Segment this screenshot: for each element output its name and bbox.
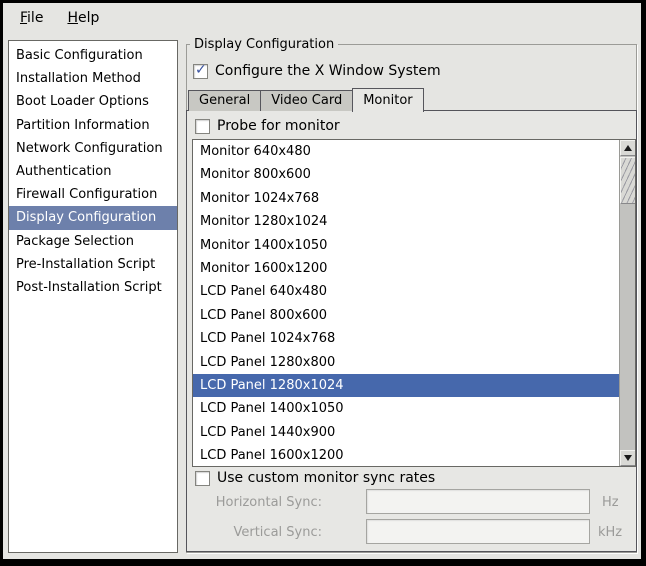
monitor-list: Monitor 640x480 Monitor 800x600 Monitor … [192, 139, 636, 467]
list-item-selected[interactable]: LCD Panel 1280x1024 [193, 374, 619, 397]
sidebar-item-authentication[interactable]: Authentication [9, 160, 177, 183]
menu-help[interactable]: Help [60, 7, 106, 29]
scrollbar-thumb[interactable] [620, 157, 636, 204]
arrow-down-icon [624, 455, 632, 461]
configure-x-checkbox[interactable]: ✓ [193, 64, 208, 79]
sidebar-item-boot-loader-options[interactable]: Boot Loader Options [9, 90, 177, 113]
menu-bar: File Help [3, 3, 641, 33]
sidebar-item-installation-method[interactable]: Installation Method [9, 67, 177, 90]
list-item[interactable]: Monitor 800x600 [193, 163, 619, 186]
sidebar-item-display-configuration[interactable]: Display Configuration [9, 206, 177, 229]
list-item[interactable]: LCD Panel 640x480 [193, 280, 619, 303]
list-item[interactable]: LCD Panel 1280x800 [193, 351, 619, 374]
sidebar-item-package-selection[interactable]: Package Selection [9, 230, 177, 253]
vertical-sync-label: Vertical Sync: [204, 525, 322, 540]
list-item[interactable]: Monitor 640x480 [193, 140, 619, 163]
vertical-sync-input[interactable] [366, 519, 590, 544]
list-item[interactable]: Monitor 1024x768 [193, 187, 619, 210]
list-item[interactable]: Monitor 1400x1050 [193, 234, 619, 257]
horizontal-sync-label: Horizontal Sync: [204, 495, 322, 510]
scroll-up-button[interactable] [620, 140, 636, 156]
list-item[interactable]: LCD Panel 1024x768 [193, 327, 619, 350]
sidebar-item-partition-information[interactable]: Partition Information [9, 114, 177, 137]
list-item[interactable]: Monitor 1280x1024 [193, 210, 619, 233]
probe-for-monitor-label: Probe for monitor [217, 118, 340, 134]
list-item[interactable]: LCD Panel 1440x900 [193, 421, 619, 444]
arrow-up-icon [624, 145, 632, 151]
groupbox-title: Display Configuration [190, 37, 338, 52]
list-item[interactable]: LCD Panel 1400x1050 [193, 397, 619, 420]
sidebar-item-basic-configuration[interactable]: Basic Configuration [9, 44, 177, 67]
sidebar-item-post-installation-script[interactable]: Post-Installation Script [9, 276, 177, 299]
list-item[interactable]: LCD Panel 1600x1200 [193, 444, 619, 467]
tab-bar: General Video Card Monitor [188, 88, 424, 111]
category-list: Basic Configuration Installation Method … [8, 40, 178, 553]
horizontal-sync-input[interactable] [366, 489, 590, 514]
tab-monitor[interactable]: Monitor [352, 88, 423, 112]
configure-x-checkbox-label: Configure the X Window System [215, 63, 441, 79]
list-item[interactable]: Monitor 1600x1200 [193, 257, 619, 280]
sidebar-item-pre-installation-script[interactable]: Pre-Installation Script [9, 253, 177, 276]
checkmark-icon: ✓ [195, 62, 207, 78]
menu-file[interactable]: File [13, 7, 50, 29]
probe-for-monitor-checkbox[interactable] [195, 119, 210, 134]
list-item[interactable]: LCD Panel 800x600 [193, 304, 619, 327]
sidebar-item-network-configuration[interactable]: Network Configuration [9, 137, 177, 160]
use-custom-sync-rates-label: Use custom monitor sync rates [217, 470, 435, 486]
vertical-scrollbar[interactable] [619, 140, 635, 466]
scroll-down-button[interactable] [620, 450, 636, 466]
tab-video-card[interactable]: Video Card [260, 90, 353, 111]
use-custom-sync-rates-checkbox[interactable] [195, 471, 210, 486]
horizontal-sync-unit: Hz [602, 495, 619, 510]
kickstart-configurator-window: File Help Basic Configuration Installati… [0, 0, 646, 566]
vertical-sync-unit: kHz [598, 525, 622, 540]
tab-general[interactable]: General [188, 90, 261, 111]
sidebar-item-firewall-configuration[interactable]: Firewall Configuration [9, 183, 177, 206]
